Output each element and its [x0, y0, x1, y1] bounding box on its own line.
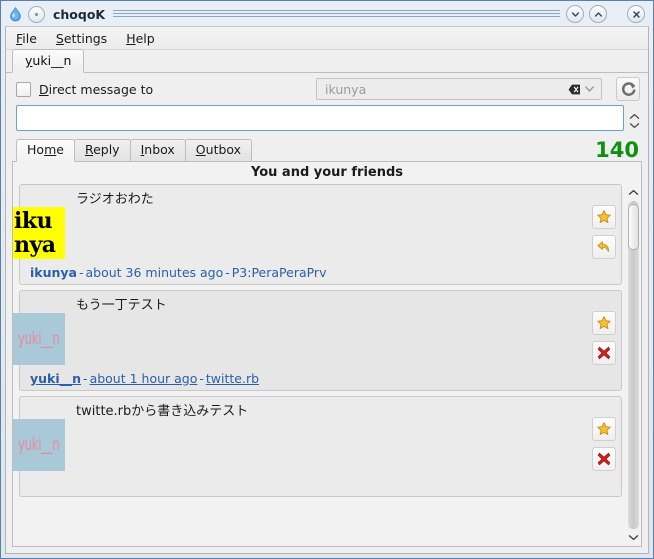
menu-file[interactable]: File	[14, 29, 46, 48]
post-text: twitte.rbから書き込みテスト	[76, 404, 249, 419]
post-actions	[592, 205, 616, 259]
window-frame: choqoK File Settings Help yuki__n Direct…	[0, 0, 654, 559]
post-footer: yuki__n - about 1 hour ago - twitte.rb	[30, 371, 260, 386]
scroll-down-button[interactable]	[627, 530, 641, 545]
post-item[interactable]: iku nya ラジオおわた ikunya - about 36 minutes a…	[13, 184, 622, 285]
star-icon	[597, 422, 611, 436]
close-button[interactable]	[627, 5, 645, 23]
delete-button[interactable]	[592, 447, 616, 471]
timeline-body: iku nya ラジオおわた ikunya - about 36 minutes a…	[13, 184, 641, 546]
direct-message-checkbox[interactable]	[16, 81, 31, 97]
choqok-window: choqoK File Settings Help yuki__n Direct…	[0, 0, 654, 559]
avatar: yuki__n	[13, 419, 65, 471]
client-area: File Settings Help yuki__n Direct messag…	[5, 26, 649, 554]
clear-text-icon[interactable]	[566, 81, 582, 97]
timeline-header: You and your friends	[250, 165, 404, 180]
post-text: ラジオおわた	[76, 192, 154, 207]
avatar-line-1: iku	[14, 208, 53, 234]
posts-list: iku nya ラジオおわた ikunya - about 36 minutes a…	[13, 184, 622, 497]
avatar-line-2: nya	[14, 232, 56, 258]
direct-message-row: Direct message to ikunya	[6, 73, 648, 105]
avatar-text: yuki__n	[18, 329, 60, 349]
post-source-link[interactable]: P3:PeraPeraPrv	[232, 265, 327, 280]
avatar-image-yuki: yuki__n	[13, 313, 65, 365]
posts-scroll-area[interactable]: iku nya ラジオおわた ikunya - about 36 minutes a…	[13, 184, 626, 546]
direct-message-label: Direct message to	[39, 81, 154, 97]
title-bar[interactable]: choqoK	[5, 4, 649, 24]
post-footer: ikunya - about 36 minutes ago - P3:PeraPeraP…	[30, 265, 327, 280]
compose-resize-spinner	[627, 105, 642, 135]
window-title: choqoK	[53, 6, 106, 22]
star-icon	[597, 210, 611, 224]
maximize-button[interactable]	[589, 5, 607, 23]
sticky-button[interactable]	[28, 5, 45, 23]
account-tab-yuki-n[interactable]: yuki__n	[12, 49, 85, 73]
post-actions	[592, 311, 616, 365]
scrollbar-thumb[interactable]	[628, 204, 639, 251]
red-x-icon	[597, 346, 611, 360]
avatar: yuki__n	[13, 313, 65, 365]
compose-input[interactable]	[16, 105, 624, 131]
menu-help[interactable]: Help	[124, 29, 164, 48]
post-timestamp-link[interactable]: about 36 minutes ago	[86, 265, 224, 280]
delete-button[interactable]	[592, 341, 616, 365]
favorite-button[interactable]	[592, 311, 616, 335]
menu-settings[interactable]: Settings	[54, 29, 116, 48]
compose-collapse-button[interactable]	[629, 122, 640, 129]
red-x-icon	[597, 452, 611, 466]
favorite-button[interactable]	[592, 417, 616, 441]
timeline-scrollbar[interactable]	[626, 184, 641, 546]
scroll-up-button[interactable]	[627, 185, 641, 200]
post-item[interactable]: yuki__n もう一丁テスト yuki__n - about 1 hour ago…	[13, 290, 622, 391]
menu-bar: File Settings Help	[6, 27, 648, 50]
post-author-link[interactable]: ikunya	[30, 265, 77, 280]
recipient-combobox[interactable]: ikunya	[316, 78, 602, 100]
post-item[interactable]: yuki__n twitte.rbから書き込みテスト	[13, 396, 622, 497]
reply-arrow-icon	[597, 241, 609, 252]
droplet-icon	[7, 6, 24, 23]
timeline-tab-strip: Home Reply Inbox Outbox 140	[6, 138, 648, 162]
avatar: iku nya	[13, 207, 65, 259]
scrollbar-track[interactable]	[628, 201, 639, 529]
tab-outbox[interactable]: Outbox	[184, 139, 253, 162]
timeline-panel: You and your friends iku nya ラジオおわた ikun…	[12, 162, 642, 547]
minimize-button[interactable]	[566, 5, 584, 23]
character-counter: 140	[595, 138, 639, 162]
post-author-link[interactable]: yuki__n	[30, 371, 81, 386]
star-icon	[597, 316, 611, 330]
title-decoration-lines	[113, 8, 560, 20]
avatar-image-ikunya: iku nya	[13, 207, 65, 259]
chevron-down-icon[interactable]	[582, 81, 597, 97]
tab-inbox[interactable]: Inbox	[129, 139, 186, 162]
compose-row	[6, 105, 648, 135]
avatar-text: yuki__n	[18, 435, 60, 455]
compose-expand-button[interactable]	[629, 113, 640, 120]
window-controls	[566, 5, 647, 23]
tab-home[interactable]: Home	[16, 139, 75, 162]
favorite-button[interactable]	[592, 205, 616, 229]
post-actions	[592, 417, 616, 471]
post-timestamp-link[interactable]: about 1 hour ago	[90, 371, 198, 386]
avatar-image-yuki: yuki__n	[13, 419, 65, 471]
recipient-value: ikunya	[325, 81, 367, 97]
post-source-link[interactable]: twitte.rb	[206, 371, 259, 386]
reply-button[interactable]	[592, 235, 616, 259]
tab-reply[interactable]: Reply	[73, 139, 131, 162]
post-text: もう一丁テスト	[76, 298, 167, 313]
account-tab-strip: yuki__n	[6, 49, 648, 73]
refresh-icon	[621, 81, 635, 96]
refresh-button[interactable]	[616, 77, 640, 101]
